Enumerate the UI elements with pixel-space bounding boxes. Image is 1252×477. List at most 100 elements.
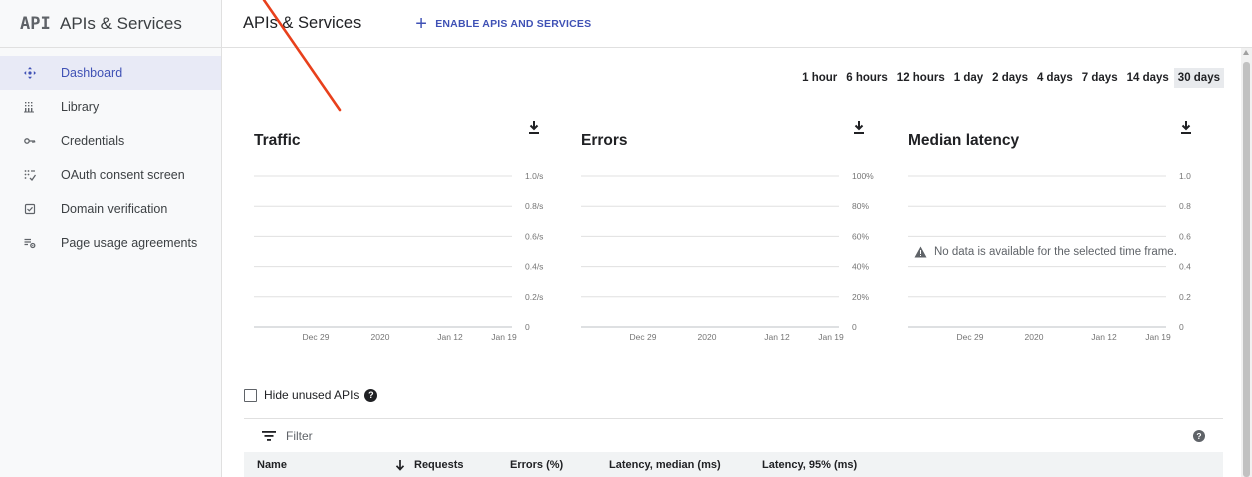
hide-unused-label: Hide unused APIs: [264, 388, 360, 402]
sidebar-item-label: Domain verification: [61, 202, 168, 216]
errors-plot: 100% 80% 60% 40% 20% 0 Dec 29 2020 Jan 12 Jan 19: [581, 171, 874, 342]
warning-icon: [914, 246, 927, 258]
scrollbar-thumb[interactable]: [1243, 62, 1250, 477]
x-tick-label: Dec 29: [957, 332, 984, 342]
download-icon[interactable]: [1179, 120, 1193, 136]
x-tick-label: Jan 12: [1091, 332, 1117, 342]
x-tick-label: Dec 29: [303, 332, 330, 342]
hide-unused-apis: Hide unused APIs ?: [244, 388, 378, 402]
y-tick-label: 1.0: [1179, 171, 1191, 181]
no-data-text: No data is available for the selected ti…: [934, 246, 1177, 258]
y-tick-label: 20%: [852, 292, 869, 302]
chart-title: Errors: [581, 132, 628, 149]
x-tick-label: Jan 19: [491, 332, 517, 342]
filter-input[interactable]: [286, 428, 486, 443]
y-tick-label: 0.6/s: [525, 231, 543, 241]
plus-icon: +: [415, 12, 428, 35]
enable-apis-label: ENABLE APIS AND SERVICES: [435, 17, 592, 30]
sidebar-item-label: Dashboard: [61, 66, 123, 80]
column-requests-label: Requests: [414, 459, 464, 471]
help-icon[interactable]: ?: [364, 388, 378, 402]
time-option-12-hours[interactable]: 12 hours: [893, 68, 949, 88]
download-icon[interactable]: [527, 120, 541, 136]
traffic-chart: Traffic 1.0/s 0.8/s 0.6/s 0.4/s 0.2/s 0 Dec 29…: [254, 120, 554, 350]
y-tick-label: 0: [1179, 322, 1184, 332]
time-option-4-days[interactable]: 4 days: [1033, 68, 1077, 88]
column-errors[interactable]: Errors (%): [510, 459, 563, 471]
x-tick-label: Jan 12: [437, 332, 463, 342]
dashboard-icon: [24, 67, 61, 79]
x-tick-label: 2020: [371, 332, 390, 342]
y-tick-label: 0.8: [1179, 201, 1191, 211]
page-title: APIs & Services: [243, 14, 362, 32]
api-logo: API: [20, 13, 51, 34]
sidebar-item-domain-verification[interactable]: Domain verification: [0, 192, 221, 226]
column-latency-95[interactable]: Latency, 95% (ms): [762, 459, 857, 471]
y-tick-label: 0.4: [1179, 262, 1191, 272]
y-tick-label: 80%: [852, 201, 869, 211]
errors-chart: Errors 100% 80% 60% 40% 20% 0 Dec 29 2020 Jan 12…: [581, 120, 881, 350]
library-icon: [24, 101, 61, 113]
time-option-7-days[interactable]: 7 days: [1078, 68, 1122, 88]
time-option-30-days[interactable]: 30 days: [1173, 68, 1224, 88]
y-tick-label: 1.0/s: [525, 171, 543, 181]
sidebar-item-dashboard[interactable]: Dashboard: [0, 56, 221, 90]
x-tick-label: Jan 12: [764, 332, 790, 342]
consent-icon: [24, 169, 61, 181]
chart-title: Traffic: [254, 132, 301, 149]
sidebar-title: APIs & Services: [60, 13, 182, 33]
y-tick-label: 0.4/s: [525, 262, 543, 272]
hide-unused-checkbox[interactable]: [244, 388, 257, 402]
table-help-icon[interactable]: ?: [1193, 430, 1205, 442]
x-tick-label: 2020: [698, 332, 717, 342]
y-tick-label: 0: [852, 322, 857, 332]
time-option-14-days[interactable]: 14 days: [1123, 68, 1173, 88]
x-tick-label: Jan 19: [1145, 332, 1171, 342]
sidebar: API APIs & Services Dashboard Library Cr…: [0, 0, 222, 477]
sidebar-item-library[interactable]: Library: [0, 90, 221, 124]
time-option-2-days[interactable]: 2 days: [988, 68, 1032, 88]
download-icon[interactable]: [852, 120, 866, 136]
enable-apis-button[interactable]: + ENABLE APIS AND SERVICES: [415, 14, 591, 34]
sort-down-arrow-icon: [395, 459, 405, 471]
x-tick-label: 2020: [1025, 332, 1044, 342]
time-option-1-day[interactable]: 1 day: [950, 68, 987, 88]
time-option-1-hour[interactable]: 1 hour: [798, 68, 841, 88]
scroll-up-arrow-icon[interactable]: [1243, 50, 1249, 55]
chart-title: Median latency: [908, 132, 1020, 149]
median-latency-chart: Median latency 1.0 0.8 0.6 0.4 0.2 0 Dec 29 202…: [908, 120, 1208, 350]
sidebar-nav: Dashboard Library Credentials OAuth cons…: [0, 56, 221, 260]
y-tick-label: 0.6: [1179, 231, 1191, 241]
sidebar-item-label: Page usage agreements: [61, 236, 198, 250]
top-bar: APIs & Services + ENABLE APIS AND SERVIC…: [222, 0, 1252, 48]
filter-bar: ?: [244, 418, 1223, 452]
no-data-message: No data is available for the selected ti…: [914, 246, 1177, 258]
filter-icon[interactable]: [262, 430, 276, 442]
column-requests[interactable]: Requests: [395, 459, 464, 471]
x-tick-label: Dec 29: [630, 332, 657, 342]
sidebar-item-label: Library: [61, 100, 100, 114]
time-range-selector: 1 hour 6 hours 12 hours 1 day 2 days 4 d…: [797, 68, 1224, 88]
y-tick-label: 40%: [852, 262, 869, 272]
sidebar-item-credentials[interactable]: Credentials: [0, 124, 221, 158]
page-scrollbar[interactable]: [1241, 48, 1252, 477]
y-tick-label: 60%: [852, 231, 869, 241]
checkbox-icon: [24, 203, 61, 215]
sidebar-item-oauth-consent[interactable]: OAuth consent screen: [0, 158, 221, 192]
traffic-plot: 1.0/s 0.8/s 0.6/s 0.4/s 0.2/s 0 Dec 29 2020 Jan …: [254, 171, 543, 342]
sidebar-header: API APIs & Services: [0, 0, 221, 48]
y-tick-label: 0.2: [1179, 292, 1191, 302]
column-name[interactable]: Name: [257, 459, 287, 471]
time-option-6-hours[interactable]: 6 hours: [842, 68, 892, 88]
sidebar-item-label: OAuth consent screen: [61, 168, 185, 182]
api-table-header: Name Requests Errors (%) Latency, median…: [244, 452, 1223, 477]
sidebar-item-label: Credentials: [61, 134, 125, 148]
settings-list-icon: [24, 237, 61, 249]
y-tick-label: 0: [525, 322, 530, 332]
y-tick-label: 0.8/s: [525, 201, 543, 211]
x-tick-label: Jan 19: [818, 332, 844, 342]
sidebar-item-page-usage[interactable]: Page usage agreements: [0, 226, 221, 260]
y-tick-label: 100%: [852, 171, 874, 181]
column-latency-median[interactable]: Latency, median (ms): [609, 459, 721, 471]
key-icon: [24, 135, 61, 147]
